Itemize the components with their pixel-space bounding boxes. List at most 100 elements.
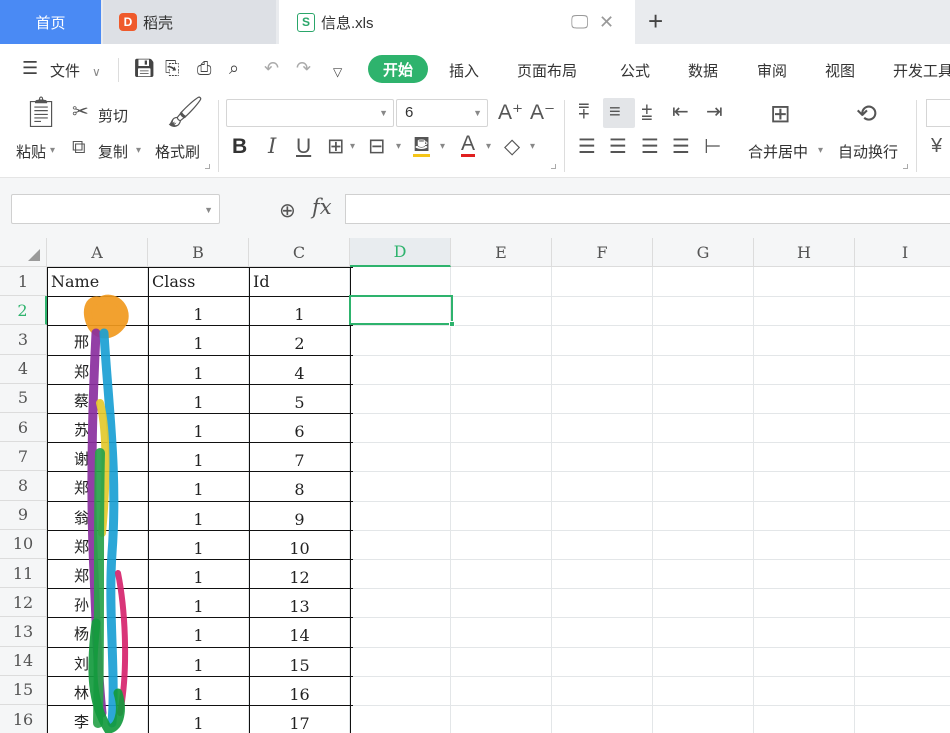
wrap-text-button[interactable]: 自动换行 (838, 141, 898, 162)
cut-button[interactable]: 剪切 (98, 105, 128, 126)
column-header-i[interactable]: I (855, 238, 950, 267)
redo-icon[interactable]: ↷ (296, 58, 311, 78)
column-header-c[interactable]: C (249, 238, 350, 267)
paste-icon[interactable]: 📋︎ (22, 98, 60, 128)
font-size-select[interactable]: 6 ▼ (396, 99, 488, 127)
save-icon[interactable]: 💾︎ (133, 58, 156, 78)
alignment-launcher-icon[interactable] (903, 164, 908, 169)
row-header-13[interactable]: 13 (0, 617, 47, 647)
clipboard-launcher-icon[interactable] (205, 164, 210, 169)
undo-icon[interactable]: ↶ (264, 58, 279, 78)
justify-icon[interactable]: ☰ (672, 137, 690, 157)
align-left-icon[interactable]: ☰ (578, 137, 596, 157)
spreadsheet-grid[interactable]: A B C D E F G H I 1 2 3 4 5 6 7 8 9 10 11 12 13 14 15 16 Name Clas… (0, 238, 950, 733)
increase-font-icon[interactable]: A⁺ (498, 102, 523, 123)
distribute-icon[interactable]: ⊢ (704, 137, 721, 157)
cell-id[interactable]: 16 (249, 676, 350, 705)
column-header-a[interactable]: A (47, 238, 148, 267)
cell-class[interactable]: 1 (148, 559, 249, 588)
cell-class[interactable]: 1 (148, 588, 249, 617)
row-header-4[interactable]: 4 (0, 354, 47, 384)
row-header-3[interactable]: 3 (0, 325, 47, 355)
cell-class[interactable]: 1 (148, 617, 249, 646)
cell-class[interactable]: 1 (148, 530, 249, 559)
fill-color-dropdown-icon[interactable]: ▾ (440, 142, 445, 152)
menu-start[interactable]: 开始 (368, 55, 428, 83)
font-color-dropdown-icon[interactable]: ▾ (486, 142, 491, 152)
cell-class[interactable]: 1 (148, 355, 249, 384)
row-header-2[interactable]: 2 (0, 296, 47, 326)
italic-icon[interactable]: I (268, 136, 276, 157)
cell-id[interactable]: 6 (249, 413, 350, 442)
font-color-icon[interactable]: A (461, 133, 476, 157)
formula-input[interactable] (345, 194, 950, 224)
decrease-font-icon[interactable]: A⁻ (530, 102, 555, 123)
menu-view[interactable]: 视图 (825, 60, 855, 81)
cell-class[interactable]: 1 (148, 501, 249, 530)
row-header-7[interactable]: 7 (0, 442, 47, 472)
cell-id[interactable]: 17 (249, 705, 350, 733)
bold-icon[interactable]: B (232, 136, 247, 157)
row-header-1[interactable]: 1 (0, 267, 47, 297)
name-box[interactable]: ▼ (11, 194, 220, 224)
tab-home[interactable]: 首页 (0, 0, 101, 44)
font-launcher-icon[interactable] (551, 164, 556, 169)
menu-insert[interactable]: 插入 (449, 60, 479, 81)
currency-icon[interactable]: ¥ (931, 136, 942, 156)
row-header-11[interactable]: 11 (0, 559, 47, 589)
menu-page-layout[interactable]: 页面布局 (517, 60, 577, 81)
more-dropdown-icon[interactable]: ▽ (333, 62, 342, 82)
row-header-5[interactable]: 5 (0, 383, 47, 413)
selected-cell-d2[interactable] (349, 295, 455, 327)
column-header-e[interactable]: E (451, 238, 552, 267)
cell-class[interactable]: 1 (148, 705, 249, 733)
column-header-b[interactable]: B (148, 238, 249, 267)
cell-class[interactable]: 1 (148, 647, 249, 676)
cell-id[interactable]: 4 (249, 355, 350, 384)
row-header-9[interactable]: 9 (0, 500, 47, 530)
cell-id[interactable]: 12 (249, 559, 350, 588)
fill-pattern-dropdown-icon[interactable]: ▾ (396, 142, 401, 152)
function-icon[interactable]: fx (312, 195, 332, 219)
cell-class[interactable]: 1 (148, 442, 249, 471)
cell-id[interactable]: 9 (249, 501, 350, 530)
pin-window-icon[interactable]: 🖵 (571, 12, 588, 32)
cell-id[interactable]: 13 (249, 588, 350, 617)
row-header-15[interactable]: 15 (0, 675, 47, 705)
cell-class[interactable]: 1 (148, 325, 249, 354)
cell-class[interactable]: 1 (148, 676, 249, 705)
fill-color-icon[interactable]: ⛾ (413, 134, 431, 157)
zoom-icon[interactable]: ⊕ (279, 198, 296, 223)
align-right-icon[interactable]: ☰ (641, 137, 659, 157)
fill-pattern-icon[interactable]: ⊟ (368, 136, 386, 157)
align-bottom-icon[interactable]: ⩲ (641, 104, 653, 124)
clear-format-dropdown-icon[interactable]: ▾ (530, 142, 535, 152)
format-painter-button[interactable]: 格式刷 (155, 141, 200, 162)
menu-formula[interactable]: 公式 (620, 60, 650, 81)
tab-daoke[interactable]: D 稻壳 (103, 0, 276, 44)
cell-id[interactable]: 1 (249, 296, 350, 325)
border-icon[interactable]: ⊞ (327, 136, 345, 157)
cell-id[interactable]: 10 (249, 530, 350, 559)
cell-class[interactable]: 1 (148, 471, 249, 500)
row-header-6[interactable]: 6 (0, 413, 47, 443)
row-header-14[interactable]: 14 (0, 646, 47, 676)
menu-review[interactable]: 审阅 (757, 60, 787, 81)
merge-dropdown-icon[interactable]: ▾ (818, 146, 823, 156)
new-tab-button[interactable]: + (648, 8, 663, 34)
menu-developer[interactable]: 开发工具 (893, 60, 950, 81)
merge-center-button[interactable]: 合并居中 (748, 141, 808, 162)
border-dropdown-icon[interactable]: ▾ (350, 142, 355, 152)
row-header-10[interactable]: 10 (0, 529, 47, 559)
align-middle-icon[interactable]: ≡ (609, 102, 621, 122)
copy-button[interactable]: 复制 (98, 141, 128, 162)
copy-dropdown-icon[interactable]: ▾ (136, 146, 141, 156)
cell-id[interactable]: 14 (249, 617, 350, 646)
number-format-select[interactable] (926, 99, 950, 127)
tab-document[interactable]: S 信息.xls 🖵 ✕ (279, 0, 635, 44)
cell-id[interactable]: 7 (249, 442, 350, 471)
hamburger-icon[interactable]: ☰ (22, 58, 38, 78)
cell-class[interactable]: 1 (148, 296, 249, 325)
fill-handle[interactable] (449, 321, 455, 327)
cell-header-id[interactable]: Id (249, 267, 350, 296)
